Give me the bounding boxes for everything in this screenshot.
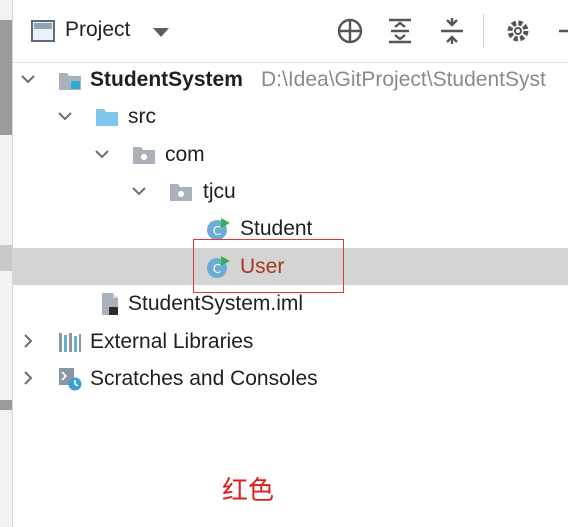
toolbar-separator bbox=[483, 14, 484, 48]
iml-file-icon bbox=[102, 293, 118, 315]
tool-strip-segment bbox=[0, 20, 12, 135]
chevron-down-icon[interactable] bbox=[58, 109, 72, 123]
external-libraries-label: External Libraries bbox=[90, 330, 254, 353]
iml-label: StudentSystem.iml bbox=[128, 292, 304, 315]
package-icon bbox=[133, 147, 155, 164]
tree-row-project-root[interactable]: StudentSystem D:\Idea\GitProject\Student… bbox=[13, 61, 568, 98]
collapse-all-icon[interactable] bbox=[437, 16, 467, 46]
scratches-label: Scratches and Consoles bbox=[90, 367, 318, 390]
chevron-right-icon[interactable] bbox=[21, 334, 35, 348]
tree-row-com[interactable]: com bbox=[13, 136, 568, 173]
tree-row-external-libraries[interactable]: External Libraries bbox=[13, 323, 568, 360]
tree-row-tjcu[interactable]: tjcu bbox=[13, 173, 568, 210]
gear-icon[interactable] bbox=[503, 16, 533, 46]
annotation-text: 红色 bbox=[222, 476, 275, 506]
module-folder-icon bbox=[59, 73, 81, 90]
hide-icon[interactable] bbox=[553, 16, 568, 46]
project-root-label: StudentSystem bbox=[90, 68, 243, 91]
chevron-down-icon[interactable] bbox=[95, 147, 109, 161]
project-toolbar: Project bbox=[13, 0, 568, 63]
highlight-box bbox=[193, 239, 344, 293]
tree-row-src[interactable]: src bbox=[13, 98, 568, 135]
tool-strip-segment bbox=[0, 245, 12, 271]
chevron-right-icon[interactable] bbox=[21, 371, 35, 385]
chevron-down-icon[interactable] bbox=[132, 184, 146, 198]
tool-strip-segment bbox=[0, 400, 12, 410]
project-view-title[interactable]: Project bbox=[65, 18, 130, 42]
chevron-down-icon[interactable] bbox=[21, 72, 35, 86]
tree-row-scratches[interactable]: Scratches and Consoles bbox=[13, 360, 568, 397]
chevron-down-icon[interactable] bbox=[153, 28, 169, 37]
com-label: com bbox=[165, 143, 205, 166]
src-label: src bbox=[128, 105, 156, 128]
source-folder-icon bbox=[96, 109, 118, 126]
library-icon bbox=[59, 333, 81, 352]
scratches-icon bbox=[59, 368, 82, 391]
tjcu-label: tjcu bbox=[203, 180, 236, 203]
package-icon bbox=[170, 184, 192, 201]
java-class-icon: C bbox=[207, 218, 230, 240]
project-window-icon bbox=[31, 20, 55, 42]
left-tool-strip[interactable] bbox=[0, 0, 13, 527]
locate-icon[interactable] bbox=[335, 16, 365, 46]
expand-all-icon[interactable] bbox=[385, 16, 415, 46]
project-root-path: D:\Idea\GitProject\StudentSyst bbox=[261, 68, 546, 91]
student-label: Student bbox=[240, 217, 313, 240]
svg-text:C: C bbox=[213, 224, 221, 238]
